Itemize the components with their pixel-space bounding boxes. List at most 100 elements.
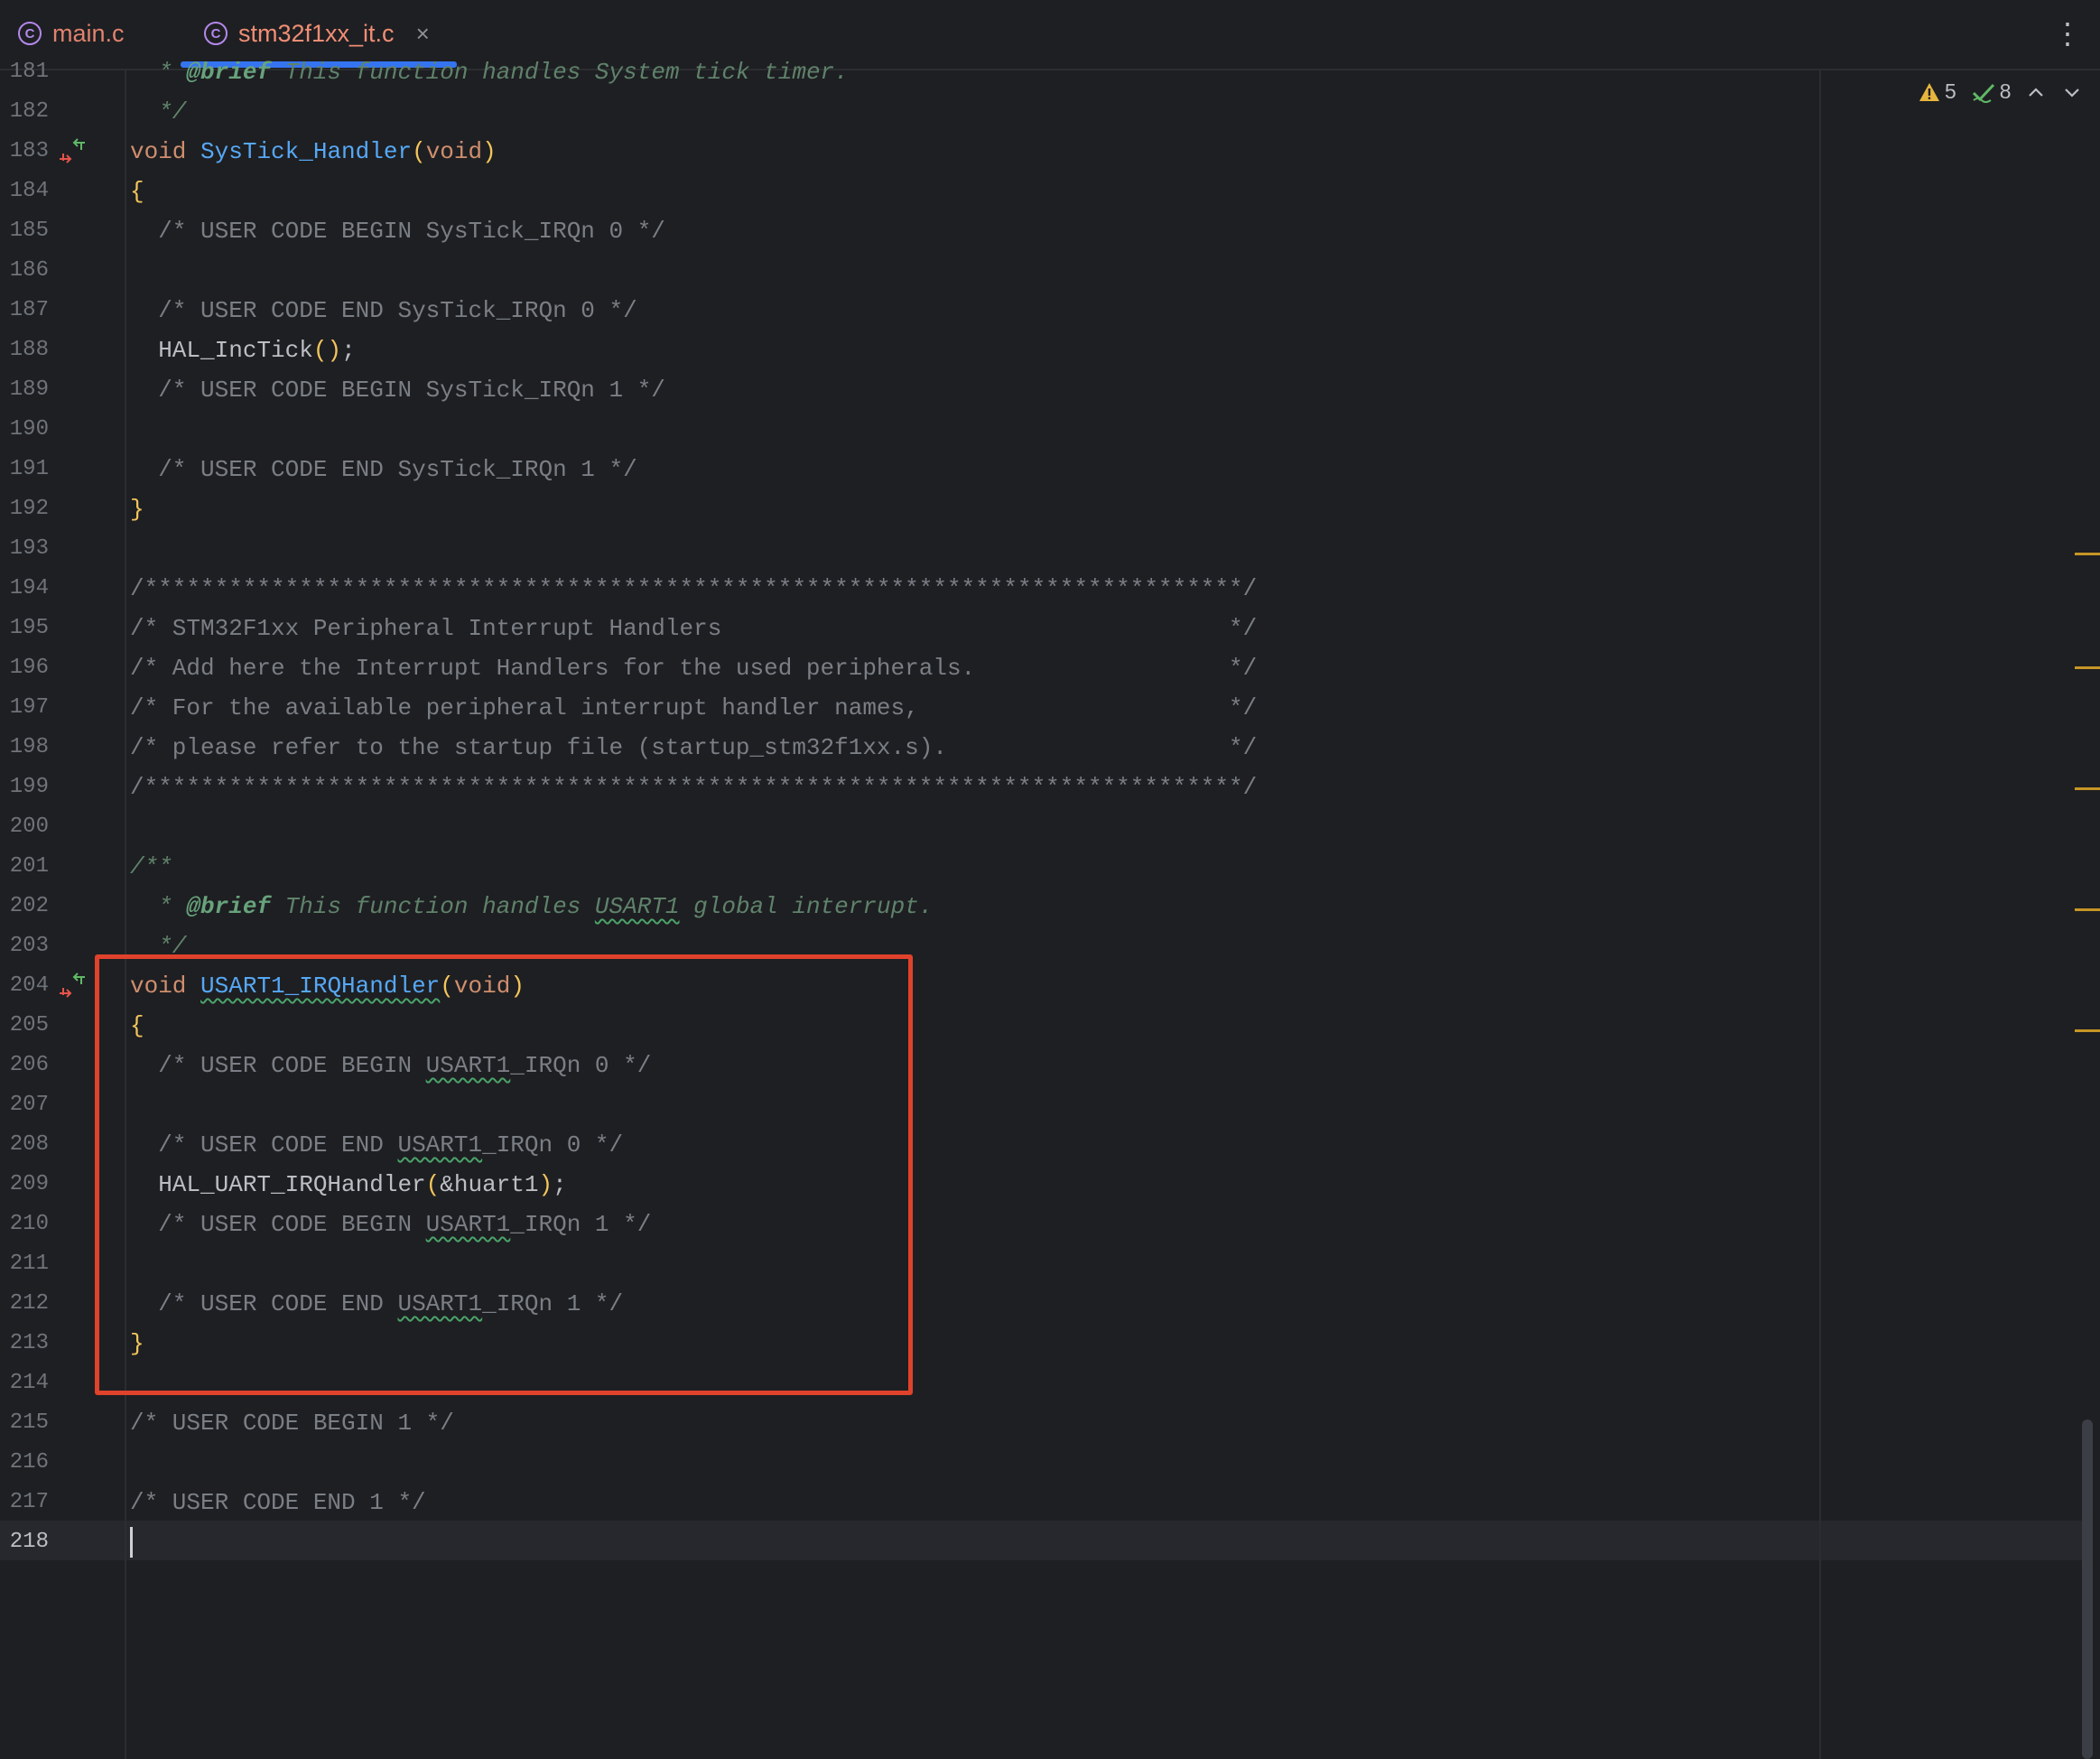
- code-line[interactable]: 188 HAL_IncTick();: [0, 330, 2086, 370]
- line-number: 198: [9, 735, 49, 759]
- line-number: 194: [9, 576, 49, 600]
- line-number: 193: [9, 536, 49, 561]
- line-number: 197: [9, 695, 49, 720]
- tab-label: stm32f1xx_it.c: [238, 19, 395, 47]
- scrollbar-warning-marker[interactable]: [2075, 666, 2100, 669]
- line-number: 205: [9, 1013, 49, 1038]
- code-text[interactable]: HAL_IncTick();: [130, 330, 355, 370]
- line-number: 184: [9, 179, 49, 203]
- vertical-scrollbar-thumb[interactable]: [2082, 1419, 2093, 1759]
- line-number: 214: [9, 1371, 49, 1395]
- code-text[interactable]: /***************************************…: [130, 768, 1257, 807]
- line-number: 187: [9, 298, 49, 322]
- implements-gutter-icon[interactable]: [58, 972, 87, 1000]
- code-line[interactable]: 192}: [0, 489, 2086, 529]
- line-number: 183: [9, 139, 49, 163]
- chevron-down-icon[interactable]: [2062, 83, 2082, 101]
- code-line[interactable]: 216: [0, 1443, 2086, 1483]
- scrollbar-warning-marker[interactable]: [2075, 908, 2100, 911]
- code-line[interactable]: 201 /**: [0, 847, 2086, 887]
- code-text[interactable]: }: [130, 489, 144, 529]
- scrollbar-warning-marker[interactable]: [2075, 787, 2100, 790]
- tab-label: main.c: [52, 19, 125, 47]
- code-text[interactable]: {: [130, 172, 144, 211]
- code-line[interactable]: 202 * @brief This function handles USART…: [0, 887, 2086, 926]
- code-text[interactable]: * @brief This function handles System ti…: [130, 52, 849, 92]
- code-text[interactable]: */: [130, 92, 186, 132]
- warning-count: 5: [1945, 79, 1956, 103]
- code-line[interactable]: 186: [0, 251, 2086, 291]
- weak-warning-count: 8: [1999, 79, 2012, 103]
- code-text[interactable]: /**: [130, 847, 172, 887]
- checkmark-icon: [1972, 83, 1994, 103]
- code-line[interactable]: 187 /* USER CODE END SysTick_IRQn 0 */: [0, 291, 2086, 330]
- line-number: 182: [9, 99, 49, 124]
- scrollbar-warning-marker[interactable]: [2075, 1029, 2100, 1032]
- code-line[interactable]: 196 /* Add here the Interrupt Handlers fo…: [0, 648, 2086, 688]
- more-options-icon[interactable]: ⋮: [2053, 16, 2082, 51]
- code-text[interactable]: /* USER CODE END 1 */: [130, 1483, 426, 1522]
- line-number: 185: [9, 219, 49, 243]
- c-file-icon: C: [204, 22, 228, 45]
- code-text[interactable]: /* USER CODE END SysTick_IRQn 0 */: [130, 291, 637, 330]
- line-number: 190: [9, 417, 49, 442]
- line-number: 195: [9, 616, 49, 640]
- code-text[interactable]: /* Add here the Interrupt Handlers for t…: [130, 648, 1257, 688]
- code-text[interactable]: /* USER CODE BEGIN SysTick_IRQn 1 */: [130, 370, 665, 410]
- scrollbar-warning-marker[interactable]: [2075, 553, 2100, 555]
- code-text[interactable]: /* USER CODE BEGIN SysTick_IRQn 0 */: [130, 211, 665, 251]
- line-number: 217: [9, 1490, 49, 1514]
- code-line[interactable]: 218: [0, 1522, 2086, 1562]
- code-line[interactable]: 197 /* For the available peripheral inter…: [0, 688, 2086, 728]
- line-number: 210: [9, 1212, 49, 1236]
- code-text[interactable]: /***************************************…: [130, 569, 1257, 609]
- line-number: 209: [9, 1172, 49, 1196]
- line-number: 211: [9, 1252, 49, 1276]
- code-text[interactable]: /* USER CODE BEGIN 1 */: [130, 1403, 454, 1443]
- code-line[interactable]: 189 /* USER CODE BEGIN SysTick_IRQn 1 */: [0, 370, 2086, 410]
- line-number: 191: [9, 457, 49, 481]
- code-text[interactable]: /* STM32F1xx Peripheral Interrupt Handle…: [130, 609, 1257, 648]
- code-line[interactable]: 182 */: [0, 92, 2086, 132]
- close-icon[interactable]: ×: [416, 20, 430, 48]
- code-line[interactable]: 198 /* please refer to the startup file (…: [0, 728, 2086, 768]
- code-line[interactable]: 191 /* USER CODE END SysTick_IRQn 1 */: [0, 450, 2086, 489]
- code-text[interactable]: [130, 1522, 133, 1562]
- line-number: 192: [9, 497, 49, 521]
- code-line[interactable]: 193: [0, 529, 2086, 569]
- line-number: 199: [9, 775, 49, 799]
- code-text[interactable]: /* For the available peripheral interrup…: [130, 688, 1257, 728]
- line-number: 208: [9, 1132, 49, 1157]
- code-line[interactable]: 190: [0, 410, 2086, 450]
- line-number: 203: [9, 934, 49, 958]
- code-line[interactable]: 217 /* USER CODE END 1 */: [0, 1483, 2086, 1522]
- line-number: 207: [9, 1093, 49, 1117]
- code-line[interactable]: 215 /* USER CODE BEGIN 1 */: [0, 1403, 2086, 1443]
- line-number: 200: [9, 814, 49, 839]
- code-line[interactable]: 195 /* STM32F1xx Peripheral Interrupt Han…: [0, 609, 2086, 648]
- code-line[interactable]: 184 {: [0, 172, 2086, 211]
- chevron-up-icon[interactable]: [2026, 83, 2046, 101]
- line-number: 181: [9, 60, 49, 84]
- code-text[interactable]: * @brief This function handles USART1 gl…: [130, 887, 933, 926]
- line-number: 189: [9, 377, 49, 402]
- line-number: 215: [9, 1410, 49, 1435]
- code-text[interactable]: void SysTick_Handler(void): [130, 132, 497, 172]
- line-number: 213: [9, 1331, 49, 1355]
- code-line[interactable]: 200: [0, 807, 2086, 847]
- code-line[interactable]: 181 * @brief This function handles Syste…: [0, 52, 2086, 92]
- implements-gutter-icon[interactable]: [58, 137, 87, 166]
- line-number: 218: [9, 1530, 49, 1554]
- code-text[interactable]: /* please refer to the startup file (sta…: [130, 728, 1257, 768]
- code-line[interactable]: 185 /* USER CODE BEGIN SysTick_IRQn 0 */: [0, 211, 2086, 251]
- line-number: 216: [9, 1450, 49, 1475]
- inspection-widget[interactable]: 5 8: [1918, 79, 2082, 104]
- code-text[interactable]: /* USER CODE END SysTick_IRQn 1 */: [130, 450, 637, 489]
- highlight-annotation-box: [95, 954, 913, 1395]
- line-number: 196: [9, 656, 49, 680]
- code-line[interactable]: 199 /************************************…: [0, 768, 2086, 807]
- code-line[interactable]: 183 void SysTick_Handler(void): [0, 132, 2086, 172]
- line-number: 212: [9, 1291, 49, 1316]
- code-line[interactable]: 194 /************************************…: [0, 569, 2086, 609]
- line-number: 206: [9, 1053, 49, 1077]
